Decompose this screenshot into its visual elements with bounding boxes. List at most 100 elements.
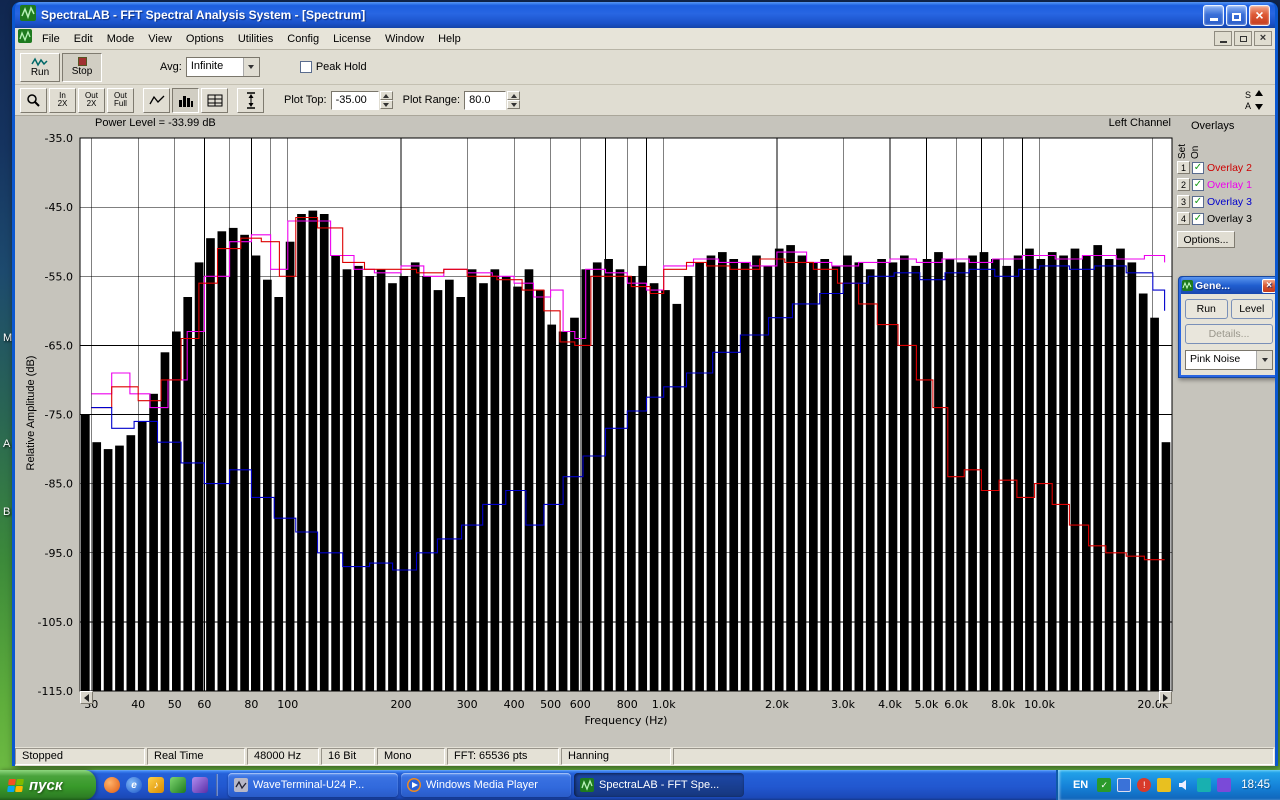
overlay-1-set-button[interactable]: 1: [1177, 161, 1190, 174]
overlay-3-on-checkbox[interactable]: [1192, 195, 1204, 208]
stop-button[interactable]: Stop: [62, 52, 102, 82]
menu-utilities[interactable]: Utilities: [231, 30, 280, 48]
spectrum-window-icon[interactable]: [18, 29, 32, 48]
plot-range-down-button[interactable]: [507, 100, 521, 109]
overlays-options-button[interactable]: Options...: [1177, 231, 1235, 248]
overlays-on-header: On: [1190, 145, 1201, 159]
window-title: SpectraLAB - FFT Spectral Analysis Syste…: [41, 8, 366, 22]
amplitude-scale-icon[interactable]: SA: [1243, 88, 1265, 117]
waveterminal-icon: [234, 778, 248, 792]
svg-text:80: 80: [244, 698, 258, 711]
mdi-minimize-button[interactable]: [1214, 31, 1232, 46]
svg-text:-35.0: -35.0: [45, 132, 73, 145]
scroll-left-button[interactable]: [80, 691, 93, 704]
mdi-restore-button[interactable]: [1234, 31, 1252, 46]
run-button[interactable]: Run: [20, 52, 60, 82]
taskbar-task-spectralab[interactable]: SpectraLAB - FFT Spe...: [574, 773, 744, 797]
zoom-in-2x-button[interactable]: In 2X: [49, 87, 76, 113]
menu-help[interactable]: Help: [431, 30, 468, 48]
menu-options[interactable]: Options: [179, 30, 231, 48]
menu-config[interactable]: Config: [280, 30, 326, 48]
language-indicator[interactable]: EN: [1070, 778, 1091, 792]
generator-close-button[interactable]: ×: [1262, 278, 1275, 293]
fit-vertical-button[interactable]: [237, 87, 264, 113]
audio-tool-icon[interactable]: [170, 777, 186, 793]
menu-file[interactable]: File: [35, 30, 67, 48]
zoom-out-2x-button[interactable]: Out 2X: [78, 87, 105, 113]
zoom-button[interactable]: [20, 87, 47, 113]
svg-text:-105.0: -105.0: [38, 616, 73, 629]
generator-source-dropdown[interactable]: Pink Noise: [1185, 350, 1273, 370]
taskbar-task-waveterminal[interactable]: WaveTerminal-U24 P...: [228, 773, 398, 797]
winamp-icon[interactable]: ♪: [148, 777, 164, 793]
minimize-button[interactable]: [1203, 4, 1224, 26]
peak-hold-checkbox[interactable]: [299, 61, 312, 73]
table-view-button[interactable]: [201, 87, 228, 113]
chevron-down-icon[interactable]: [1256, 351, 1272, 369]
close-button[interactable]: ×: [1249, 4, 1270, 26]
menu-bar: File Edit Mode View Options Utilities Co…: [15, 28, 1275, 50]
menu-window[interactable]: Window: [378, 30, 431, 48]
system-tray: EN ✓ ! 18:45: [1055, 770, 1280, 800]
start-button[interactable]: пуск: [0, 770, 96, 800]
generator-title-bar[interactable]: Gene... ×: [1181, 277, 1275, 294]
overlay-4-set-button[interactable]: 4: [1177, 212, 1190, 225]
generator-run-button[interactable]: Run: [1185, 299, 1228, 319]
bar-plot-view-button[interactable]: [172, 87, 199, 113]
tray-alert-icon[interactable]: !: [1137, 778, 1152, 792]
overlay-1-on-checkbox[interactable]: [1192, 161, 1204, 174]
avg-dropdown[interactable]: Infinite: [185, 57, 260, 77]
svg-text:Frequency (Hz): Frequency (Hz): [585, 714, 668, 727]
svg-text:6.0k: 6.0k: [944, 698, 968, 711]
firefox-icon[interactable]: [104, 777, 120, 793]
svg-text:8.0k: 8.0k: [991, 698, 1015, 711]
plot-top-input[interactable]: -35.00: [330, 90, 379, 110]
overlay-row: 1 Overlay 2: [1177, 159, 1275, 176]
tray-usb-icon[interactable]: [1217, 778, 1232, 792]
svg-text:500: 500: [540, 698, 561, 711]
plot-range-input[interactable]: 80.0: [464, 90, 507, 110]
start-label: пуск: [29, 776, 63, 794]
menu-mode[interactable]: Mode: [100, 30, 142, 48]
chevron-down-icon[interactable]: [242, 58, 259, 76]
plot-top-down-button[interactable]: [379, 100, 393, 109]
restore-button[interactable]: [1226, 4, 1247, 26]
avg-value: Infinite: [190, 60, 224, 72]
scroll-right-button[interactable]: [1159, 691, 1172, 704]
overlay-2-set-button[interactable]: 2: [1177, 178, 1190, 191]
tray-display-icon[interactable]: [1117, 778, 1132, 792]
svg-text:-85.0: -85.0: [45, 478, 73, 491]
menu-view[interactable]: View: [141, 30, 179, 48]
overlay-3-set-button[interactable]: 3: [1177, 195, 1190, 208]
title-bar[interactable]: SpectraLAB - FFT Spectral Analysis Syste…: [15, 2, 1275, 28]
line-plot-view-button[interactable]: [143, 87, 170, 113]
messenger-icon[interactable]: [192, 777, 208, 793]
svg-text:400: 400: [504, 698, 525, 711]
internet-explorer-icon[interactable]: e: [126, 777, 142, 793]
zoom-out-full-button[interactable]: Out Full: [107, 87, 134, 113]
menu-license[interactable]: License: [326, 30, 378, 48]
overlay-row: 2 Overlay 1: [1177, 176, 1275, 193]
tray-volume-icon[interactable]: [1177, 778, 1191, 792]
generator-details-button[interactable]: Details...: [1185, 324, 1273, 344]
mdi-close-button[interactable]: ×: [1254, 31, 1272, 46]
status-channels: Mono: [377, 748, 445, 765]
tray-antivirus-icon[interactable]: ✓: [1097, 778, 1112, 792]
tray-network-icon[interactable]: [1197, 778, 1212, 792]
plot-top-up-button[interactable]: [379, 91, 393, 100]
spectrum-plot[interactable]: -35.0 -45.0 -55.0 -65.0 -75.0 -85.0 -95.0 -105.…: [15, 132, 1200, 737]
zoom-full-label-2: Full: [114, 99, 127, 108]
plot-range-up-button[interactable]: [507, 91, 521, 100]
generator-level-button[interactable]: Level: [1230, 299, 1273, 319]
taskbar-task-media-player[interactable]: Windows Media Player: [401, 773, 571, 797]
svg-text:-115.0: -115.0: [38, 685, 73, 698]
overlay-2-on-checkbox[interactable]: [1192, 178, 1204, 191]
status-filler: [673, 748, 1274, 765]
menu-edit[interactable]: Edit: [67, 30, 100, 48]
svg-text:-55.0: -55.0: [45, 270, 73, 283]
tray-update-icon[interactable]: [1157, 778, 1172, 792]
task-label: WaveTerminal-U24 P...: [253, 779, 365, 791]
channel-label: Left Channel: [1108, 117, 1171, 129]
transport-toolbar: Run Stop Avg: Infinite Peak Hold: [15, 50, 1275, 85]
overlay-4-on-checkbox[interactable]: [1192, 212, 1204, 225]
